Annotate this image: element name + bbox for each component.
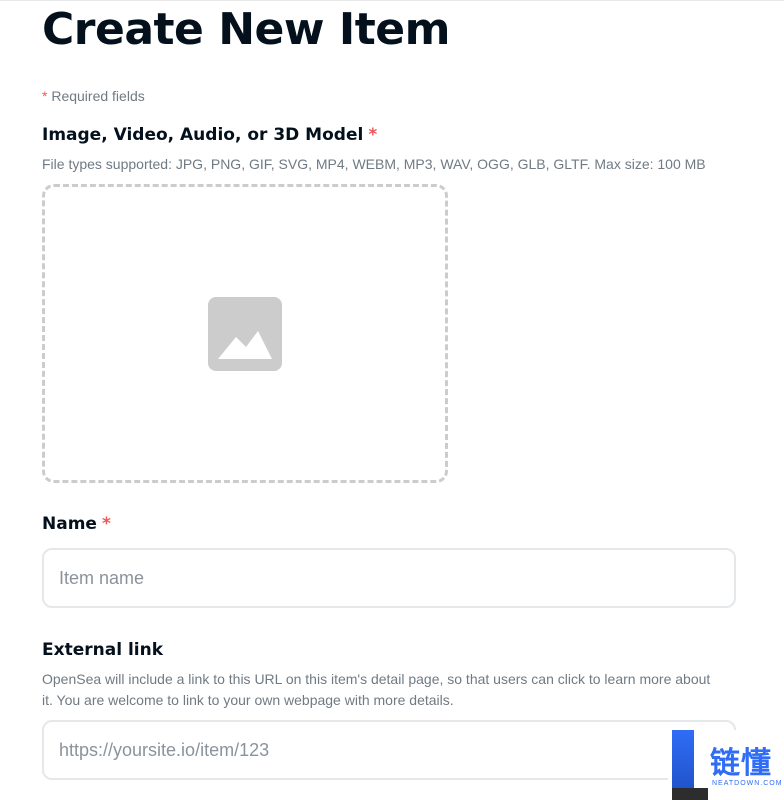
required-fields-note: * Required fields <box>42 88 145 104</box>
page-title: Create New Item <box>42 4 450 55</box>
media-dropzone[interactable] <box>42 184 448 483</box>
watermark-text: 链懂 <box>710 746 772 781</box>
media-help-text: File types supported: JPG, PNG, GIF, SVG… <box>42 156 706 172</box>
external-link-input[interactable] <box>42 720 736 780</box>
name-required-star: * <box>101 514 111 534</box>
media-label-text: Image, Video, Audio, or 3D Model <box>42 125 364 145</box>
create-item-page: Create New Item * Required fields Image,… <box>0 0 784 800</box>
watermark-logo: 链懂 NEATDOWN.COM <box>668 730 784 800</box>
media-label: Image, Video, Audio, or 3D Model * <box>42 125 377 145</box>
external-link-help-text: OpenSea will include a link to this URL … <box>42 671 711 708</box>
image-icon <box>208 296 282 371</box>
top-divider <box>0 0 784 1</box>
item-name-input[interactable] <box>42 548 736 608</box>
name-label-text: Name <box>42 514 97 534</box>
name-label: Name * <box>42 514 111 534</box>
external-link-label: External link <box>42 640 164 660</box>
watermark-subtext: NEATDOWN.COM <box>712 780 783 787</box>
watermark-logo-foot <box>672 788 708 800</box>
required-fields-text: Required fields <box>47 88 145 104</box>
media-required-star: * <box>368 125 378 145</box>
